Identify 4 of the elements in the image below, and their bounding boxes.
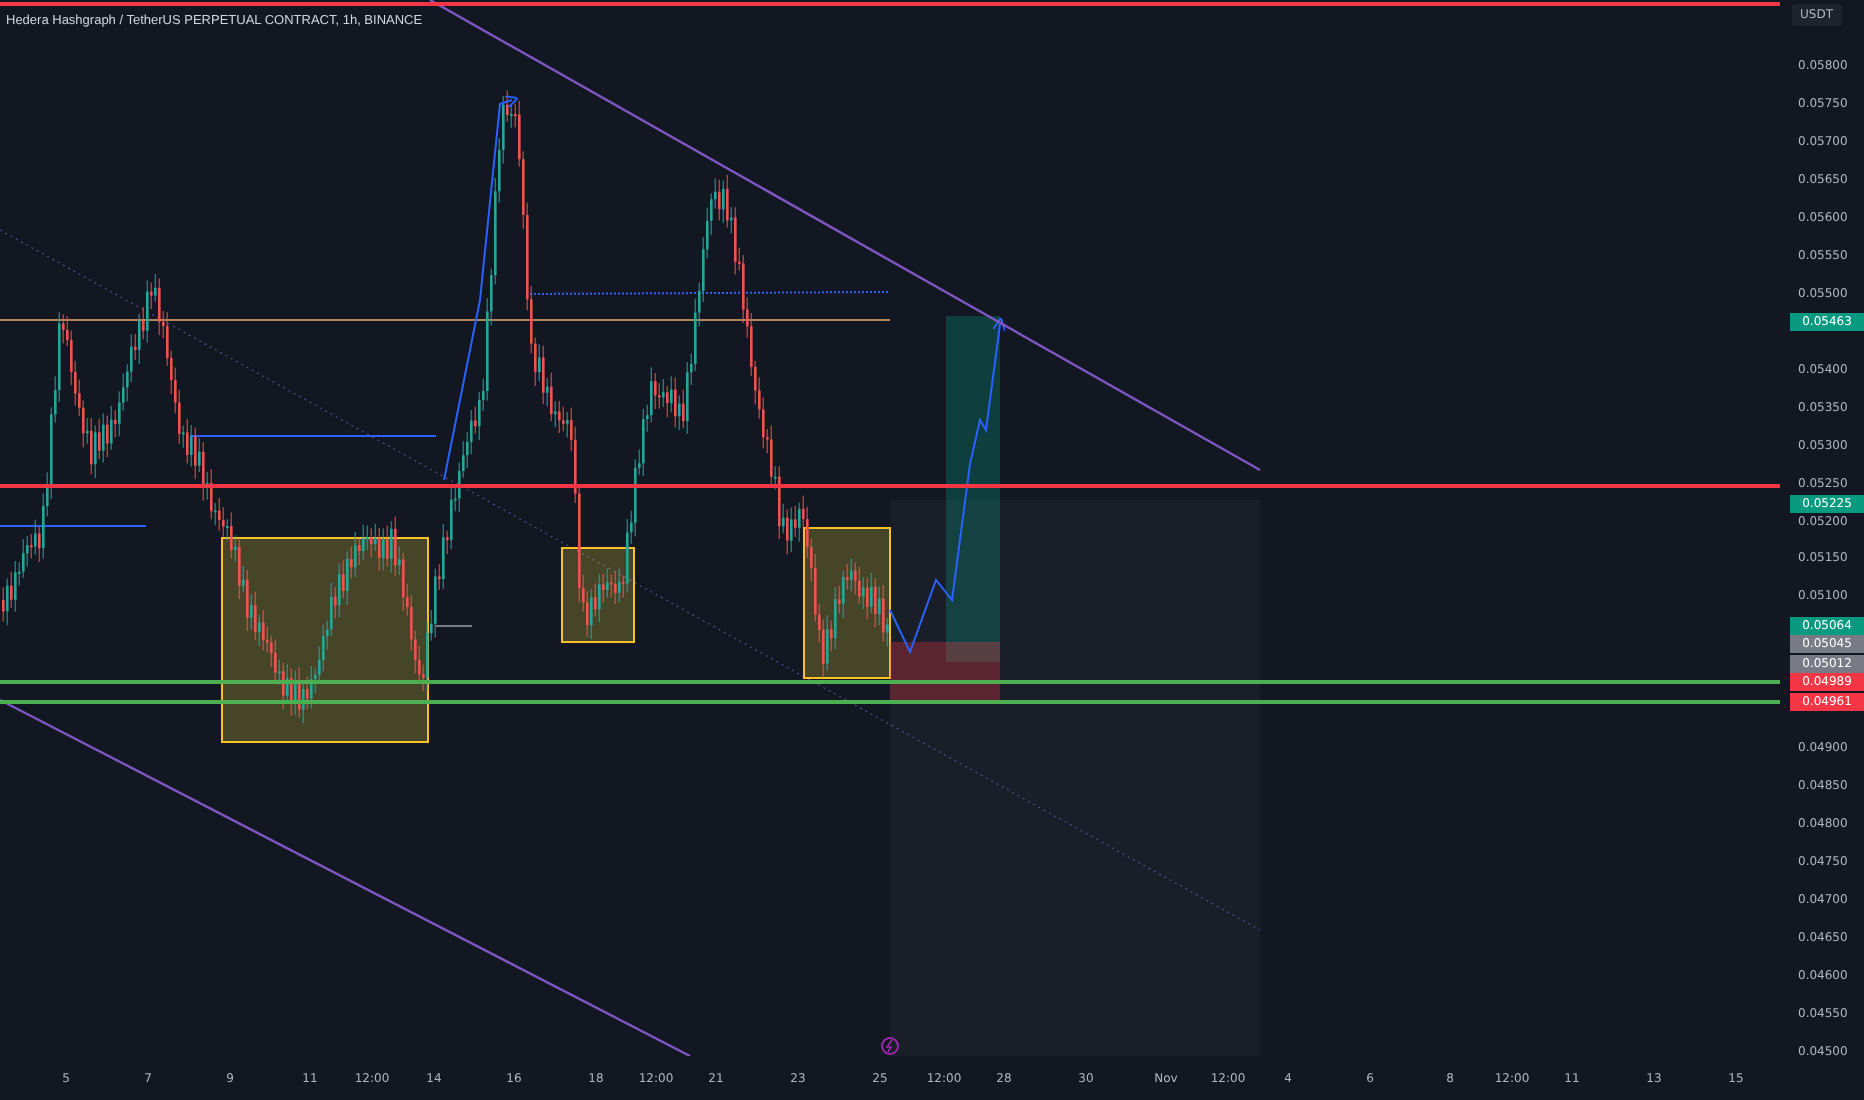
- lightning-icon[interactable]: [880, 1036, 900, 1056]
- range-rectangle: [561, 547, 635, 643]
- horizontal-line: [435, 625, 473, 627]
- loss-zone: [890, 642, 1000, 702]
